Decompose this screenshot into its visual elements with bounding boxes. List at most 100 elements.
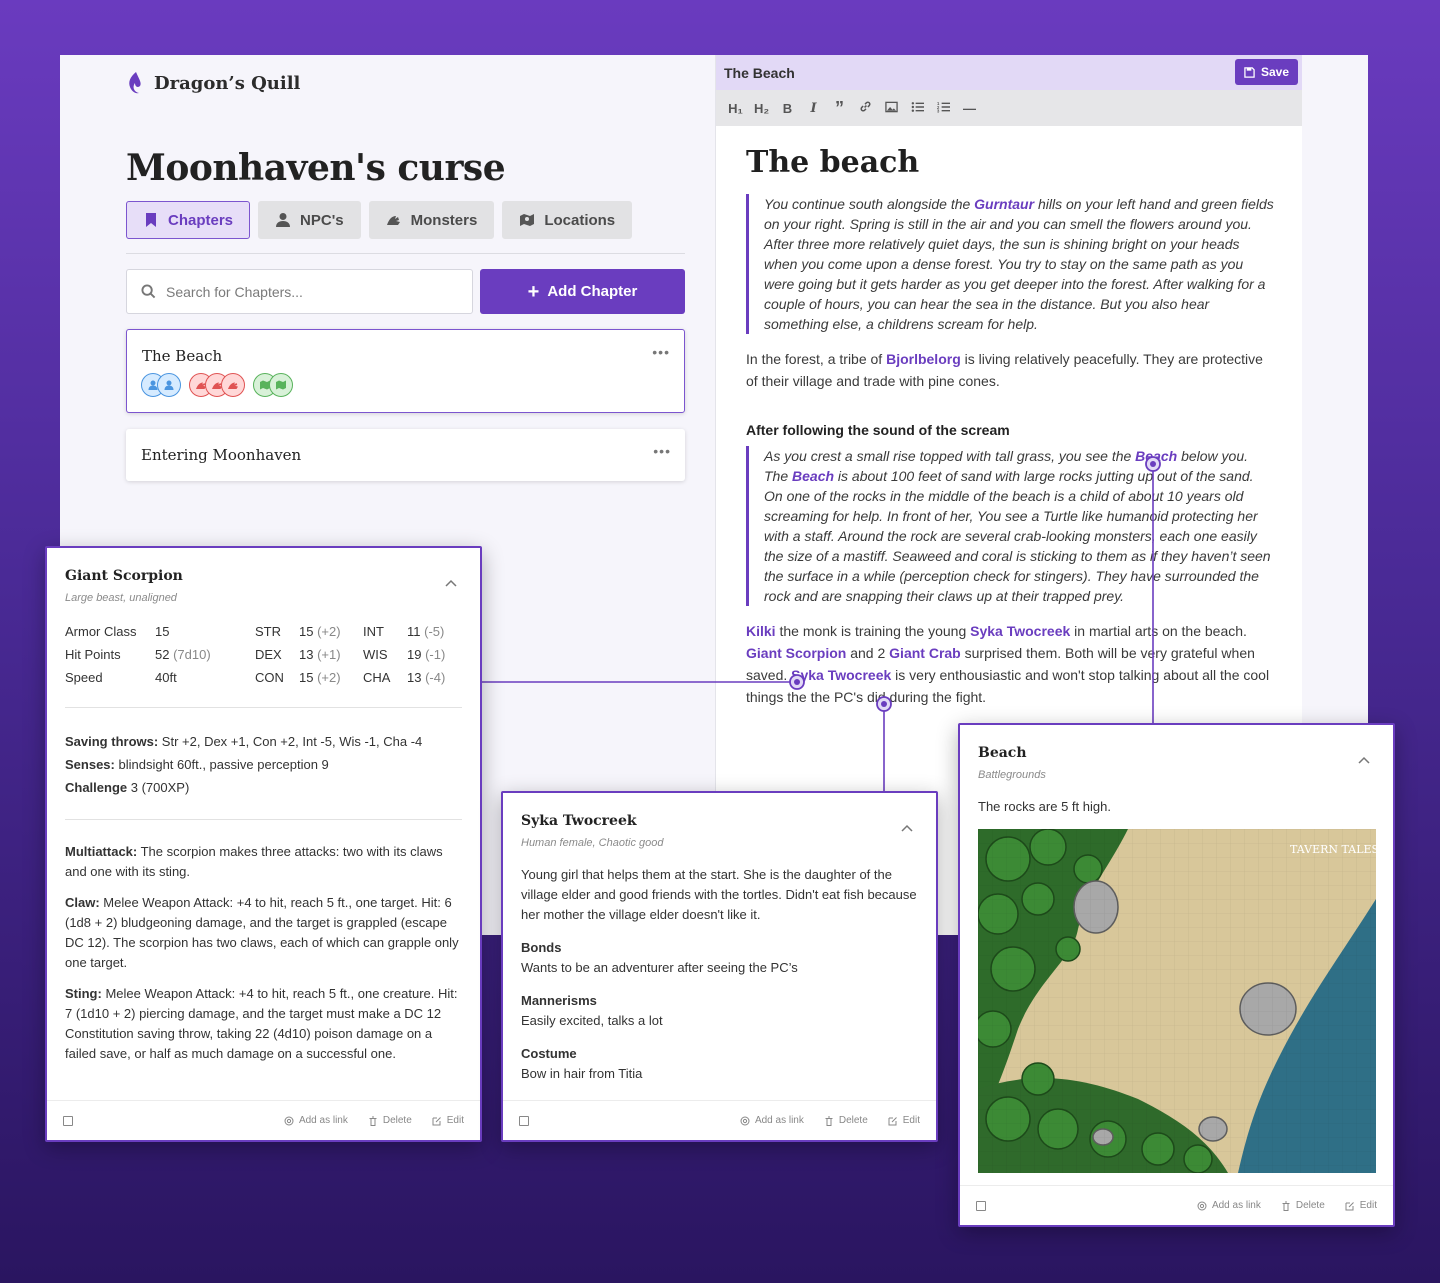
link-icon[interactable]	[858, 100, 873, 116]
senses: Senses: blindsight 60ft., passive percep…	[65, 753, 462, 776]
challenge: Challenge 3 (700XP)	[65, 776, 462, 799]
map-icon	[520, 214, 535, 226]
trash-icon	[1282, 1201, 1290, 1211]
stat-value: 15 (+2)	[299, 668, 363, 687]
add-as-link-button[interactable]: Add as link	[1197, 1200, 1261, 1211]
section-tabs: Chapters NPC's Monsters Locations	[126, 201, 633, 239]
chapter-card-entering-moonhaven[interactable]: Entering Moonhaven •••	[126, 429, 685, 481]
value: 3 (700XP)	[127, 780, 190, 795]
dice: (7d10)	[173, 647, 211, 662]
app-logo[interactable]: Dragon’s Quill	[126, 71, 300, 95]
location-links	[253, 373, 293, 397]
document-title: The beach	[746, 145, 920, 180]
italic-button[interactable]: I	[806, 101, 821, 116]
image-icon[interactable]	[884, 101, 899, 116]
save-button[interactable]: Save	[1234, 59, 1298, 85]
location-badge-icon[interactable]	[269, 373, 293, 397]
stat-label: Hit Points	[65, 647, 121, 662]
text: in martial arts on the beach.	[1070, 623, 1247, 639]
monster-icon	[386, 216, 400, 225]
edit-icon	[1345, 1201, 1354, 1210]
npc-links	[141, 373, 181, 397]
card-actions: Add as link Delete Edit	[1197, 1200, 1377, 1211]
npc-badge-icon[interactable]	[157, 373, 181, 397]
trash-icon	[369, 1116, 377, 1126]
card-footer: Add as link Delete Edit	[960, 1185, 1393, 1225]
card-title: Giant Scorpion	[65, 568, 183, 584]
label: Multiattack:	[65, 844, 138, 859]
value: 19	[407, 647, 422, 662]
stat-label: CHA	[363, 670, 391, 685]
stat-block: Armor Class 15 STR 15 (+2) INT 11 (-5) H…	[65, 622, 462, 687]
paragraph: Kilki the monk is training the young Syk…	[746, 620, 1276, 708]
modifier: (+1)	[317, 647, 341, 662]
chapter-card-the-beach[interactable]: The Beach •••	[126, 329, 685, 413]
select-checkbox[interactable]	[976, 1200, 986, 1211]
stat-label: CON	[255, 670, 284, 685]
stat-value: 15	[155, 624, 170, 639]
entity-link-giant-crab[interactable]: Giant Crab	[889, 645, 961, 661]
heading1-button[interactable]: H₁	[728, 101, 743, 116]
bullet-list-icon[interactable]	[910, 101, 925, 116]
modifier: (+2)	[317, 670, 341, 685]
tab-npcs[interactable]: NPC's	[258, 201, 361, 239]
stat-value: 13 (-4)	[407, 668, 457, 687]
tab-monsters[interactable]: Monsters	[368, 201, 495, 239]
edit-button[interactable]: Edit	[432, 1115, 464, 1126]
card-footer: Add as link Delete Edit	[503, 1100, 936, 1140]
entity-link-giant-scorpion[interactable]: Giant Scorpion	[746, 645, 846, 661]
delete-button[interactable]: Delete	[1281, 1200, 1325, 1211]
horizontal-rule-button[interactable]: —	[962, 101, 977, 116]
stat-value: 11 (-5)	[407, 622, 457, 641]
chevron-up-icon[interactable]	[900, 821, 914, 835]
delete-button[interactable]: Delete	[824, 1115, 868, 1126]
chapter-document[interactable]: The beach You continue south alongside t…	[746, 145, 1276, 708]
select-checkbox[interactable]	[519, 1115, 529, 1126]
card-actions: Add as link Delete Edit	[284, 1115, 464, 1126]
entity-link-kilki[interactable]: Kilki	[746, 623, 776, 639]
bold-button[interactable]: B	[780, 101, 795, 116]
chevron-up-icon[interactable]	[444, 576, 458, 590]
entity-link-beach[interactable]: Beach	[792, 468, 834, 484]
edit-button[interactable]: Edit	[888, 1115, 920, 1126]
modifier: (-4)	[425, 670, 446, 685]
entity-link-syka-twocreek[interactable]: Syka Twocreek	[970, 623, 1070, 639]
search-input[interactable]	[166, 283, 456, 300]
flame-logo-icon	[129, 72, 141, 94]
value: Bow in hair from Titia	[521, 1066, 643, 1081]
quote-button[interactable]: ”	[832, 98, 847, 119]
value: Str +2, Dex +1, Con +2, Int -5, Wis -1, …	[158, 734, 423, 749]
more-options-icon[interactable]: •••	[652, 344, 670, 360]
actions: Multiattack: The scorpion makes three at…	[65, 842, 462, 1064]
chevron-up-icon[interactable]	[1357, 753, 1371, 767]
paragraph: In the forest, a tribe of Bjorlbelorg is…	[746, 348, 1276, 392]
attributes: Saving throws: Str +2, Dex +1, Con +2, I…	[65, 730, 462, 799]
entity-link-syka-twocreek[interactable]: Syka Twocreek	[791, 667, 891, 683]
heading2-button[interactable]: H₂	[754, 101, 769, 116]
monster-badge-icon[interactable]	[221, 373, 245, 397]
value: blindsight 60ft., passive perception 9	[114, 757, 329, 772]
tab-chapters[interactable]: Chapters	[126, 201, 251, 239]
card-subtitle: Large beast, unaligned	[65, 592, 177, 604]
entity-link-gurntaur[interactable]: Gurntaur	[974, 196, 1034, 212]
tab-locations[interactable]: Locations	[502, 201, 633, 239]
entity-link-bjorlbelorg[interactable]: Bjorlbelorg	[886, 351, 961, 367]
stat-label: WIS	[363, 647, 388, 662]
more-options-icon[interactable]: •••	[653, 443, 671, 459]
tab-label: Chapters	[168, 211, 234, 229]
read-aloud-block-2: As you crest a small rise topped with ta…	[746, 446, 1276, 606]
edit-button[interactable]: Edit	[1345, 1200, 1377, 1211]
add-chapter-button[interactable]: + Add Chapter	[480, 269, 685, 314]
card-title: Beach	[978, 745, 1027, 761]
editor-toolbar: H₁ H₂ B I ” 123 —	[716, 90, 1302, 126]
numbered-list-icon[interactable]: 123	[936, 101, 951, 116]
select-checkbox[interactable]	[63, 1115, 73, 1126]
delete-button[interactable]: Delete	[368, 1115, 412, 1126]
action-claw: Claw: Melee Weapon Attack: +4 to hit, re…	[65, 893, 462, 973]
search-icon	[141, 284, 156, 299]
add-as-link-button[interactable]: Add as link	[740, 1115, 804, 1126]
person-icon	[276, 213, 291, 227]
entity-link-beach[interactable]: Beach	[1135, 448, 1177, 464]
add-as-link-button[interactable]: Add as link	[284, 1115, 348, 1126]
text: In the forest, a tribe of	[746, 351, 887, 367]
